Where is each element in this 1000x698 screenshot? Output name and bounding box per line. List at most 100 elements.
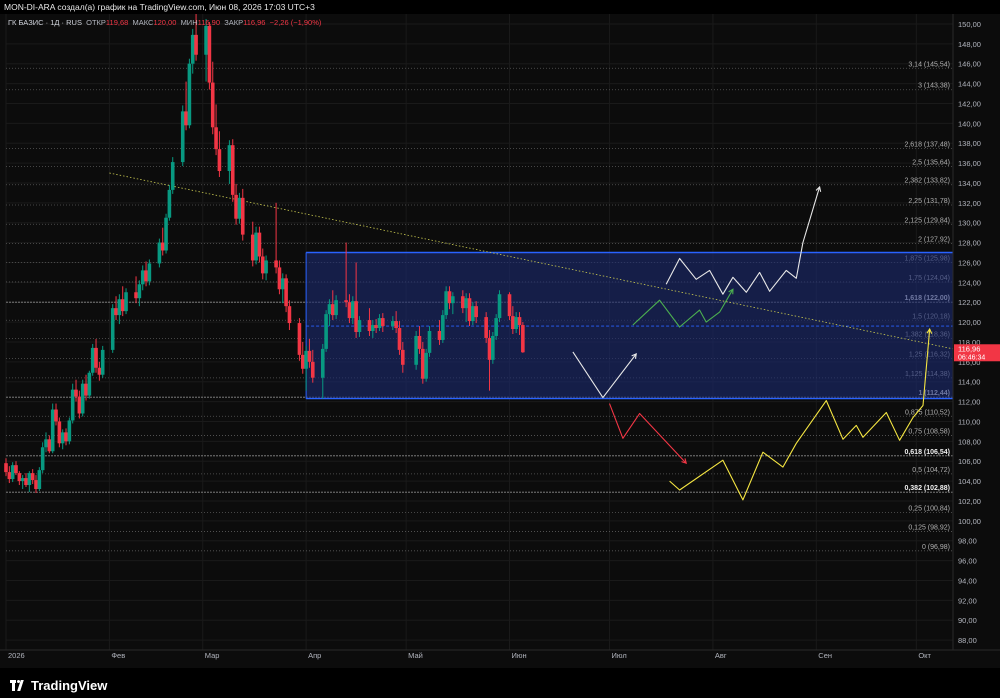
candle-body: [157, 242, 162, 264]
price-tick-label: 104,00: [958, 477, 981, 486]
candle-body: [140, 270, 145, 285]
candle-body: [187, 63, 192, 126]
candle-body: [511, 316, 515, 330]
candle-body: [264, 260, 268, 274]
candle-body: [144, 270, 148, 282]
price-tick-label: 126,00: [958, 258, 981, 267]
candle-body: [354, 301, 358, 332]
candle-body: [300, 354, 305, 369]
legend-high-label: МАКС: [132, 18, 154, 27]
candle-body: [170, 162, 175, 190]
candle-body: [194, 34, 198, 55]
tradingview-logo[interactable]: TradingView: [10, 678, 107, 693]
time-tick-label: Авг: [715, 651, 727, 660]
candle-body: [100, 349, 105, 375]
candle-body: [297, 323, 302, 355]
price-tick-label: 92,00: [958, 596, 977, 605]
symbol-legend[interactable]: ГК БАЗИС · 1Д · RUS ОТКР119,68 МАКС120,0…: [8, 18, 321, 27]
candle-body: [427, 331, 432, 353]
candle-body: [327, 304, 332, 315]
last-price-value: 116,96: [958, 344, 980, 353]
candle-body: [44, 439, 48, 448]
candle-body: [120, 299, 125, 312]
price-tick-label: 138,00: [958, 139, 981, 148]
candle-body: [260, 256, 265, 274]
candle-body: [467, 298, 472, 322]
time-axis-background: [0, 650, 1000, 668]
attribution-bar: MON-DI-ARA создал(а) график на TradingVi…: [0, 0, 1000, 14]
candle-body: [167, 189, 172, 218]
time-axis[interactable]: 2026 Фев Мар Апр Май Июн Июл Авг Сен Окт: [0, 649, 1000, 668]
fib-level-label: 2,382 (133,82): [904, 178, 950, 185]
price-tick-label: 130,00: [958, 219, 981, 228]
candle-body: [324, 314, 328, 349]
legend-open-label: ОТКР: [86, 18, 106, 27]
price-chart[interactable]: 3,14 (145,54) 3 (143,38) 2,618 (137,48) 2,5…: [0, 0, 1000, 698]
fib-level-label: 0,875 (110,52): [905, 409, 950, 416]
price-axis-background: [953, 14, 1000, 650]
price-tick-label: 148,00: [958, 40, 981, 49]
candle-body: [30, 473, 35, 481]
price-axis[interactable]: 150,00 148,00 146,00 144,00 142,00 140,00 138,…: [952, 14, 1000, 650]
candle-body: [377, 318, 382, 329]
candle-body: [217, 149, 222, 172]
candle-body: [84, 383, 88, 396]
candle-body: [124, 292, 128, 312]
candle-body: [344, 300, 348, 303]
candle-body: [320, 348, 325, 378]
candle-body: [280, 278, 285, 290]
time-tick-label: Апр: [308, 651, 321, 660]
candle-body: [497, 294, 502, 319]
candle-body: [447, 291, 452, 304]
time-tick-label: Май: [408, 651, 423, 660]
candle-body: [474, 306, 478, 318]
candle-body: [421, 348, 425, 379]
candle-body: [397, 328, 402, 350]
candle-body: [4, 463, 8, 473]
candle-body: [137, 284, 142, 299]
candle-body: [77, 396, 82, 414]
candle-body: [40, 447, 45, 471]
time-tick-label: 2026: [8, 651, 25, 660]
candle-body: [234, 194, 238, 219]
price-tick-label: 114,00: [958, 378, 980, 387]
candle-body: [60, 432, 65, 444]
candle-body: [70, 389, 75, 421]
fib-level-label: 2,125 (129,84): [904, 217, 950, 224]
fib-level-label: 0,125 (98,92): [908, 525, 950, 532]
price-tick-label: 132,00: [958, 199, 981, 208]
legend-symbol[interactable]: ГК БАЗИС · 1Д · RUS: [8, 18, 82, 27]
candle-body: [257, 232, 262, 257]
candle-body: [461, 296, 465, 309]
candle-body: [114, 308, 118, 316]
candle-body: [330, 304, 335, 316]
time-tick-label: Сен: [818, 651, 832, 660]
candle-body: [17, 473, 22, 482]
price-tick-label: 124,00: [958, 278, 981, 287]
candle-body: [97, 367, 102, 375]
candle-body: [94, 347, 98, 368]
price-tick-label: 144,00: [958, 80, 981, 89]
candle-body: [80, 383, 85, 414]
candle-body: [491, 335, 495, 360]
candle-body: [307, 350, 312, 362]
candle-body: [484, 317, 488, 338]
price-tick-label: 142,00: [958, 99, 981, 108]
price-tick-label: 122,00: [958, 298, 981, 307]
candle-body: [10, 465, 15, 480]
candle-body: [414, 335, 418, 365]
price-tick-label: 108,00: [958, 437, 981, 446]
fib-level-label: 0,5 (104,72): [912, 467, 950, 474]
candle-body: [441, 315, 445, 340]
candle-body: [274, 260, 278, 268]
candle-body: [74, 389, 78, 397]
candle-body: [287, 306, 292, 324]
candle-body: [87, 372, 92, 396]
range-box[interactable]: [305, 251, 954, 400]
time-tick-label: Июл: [612, 651, 627, 660]
candle-body: [230, 145, 235, 195]
time-tick-label: Окт: [918, 651, 931, 660]
candle-body: [237, 197, 242, 219]
price-tick-label: 136,00: [958, 159, 981, 168]
candle-body: [401, 349, 405, 365]
